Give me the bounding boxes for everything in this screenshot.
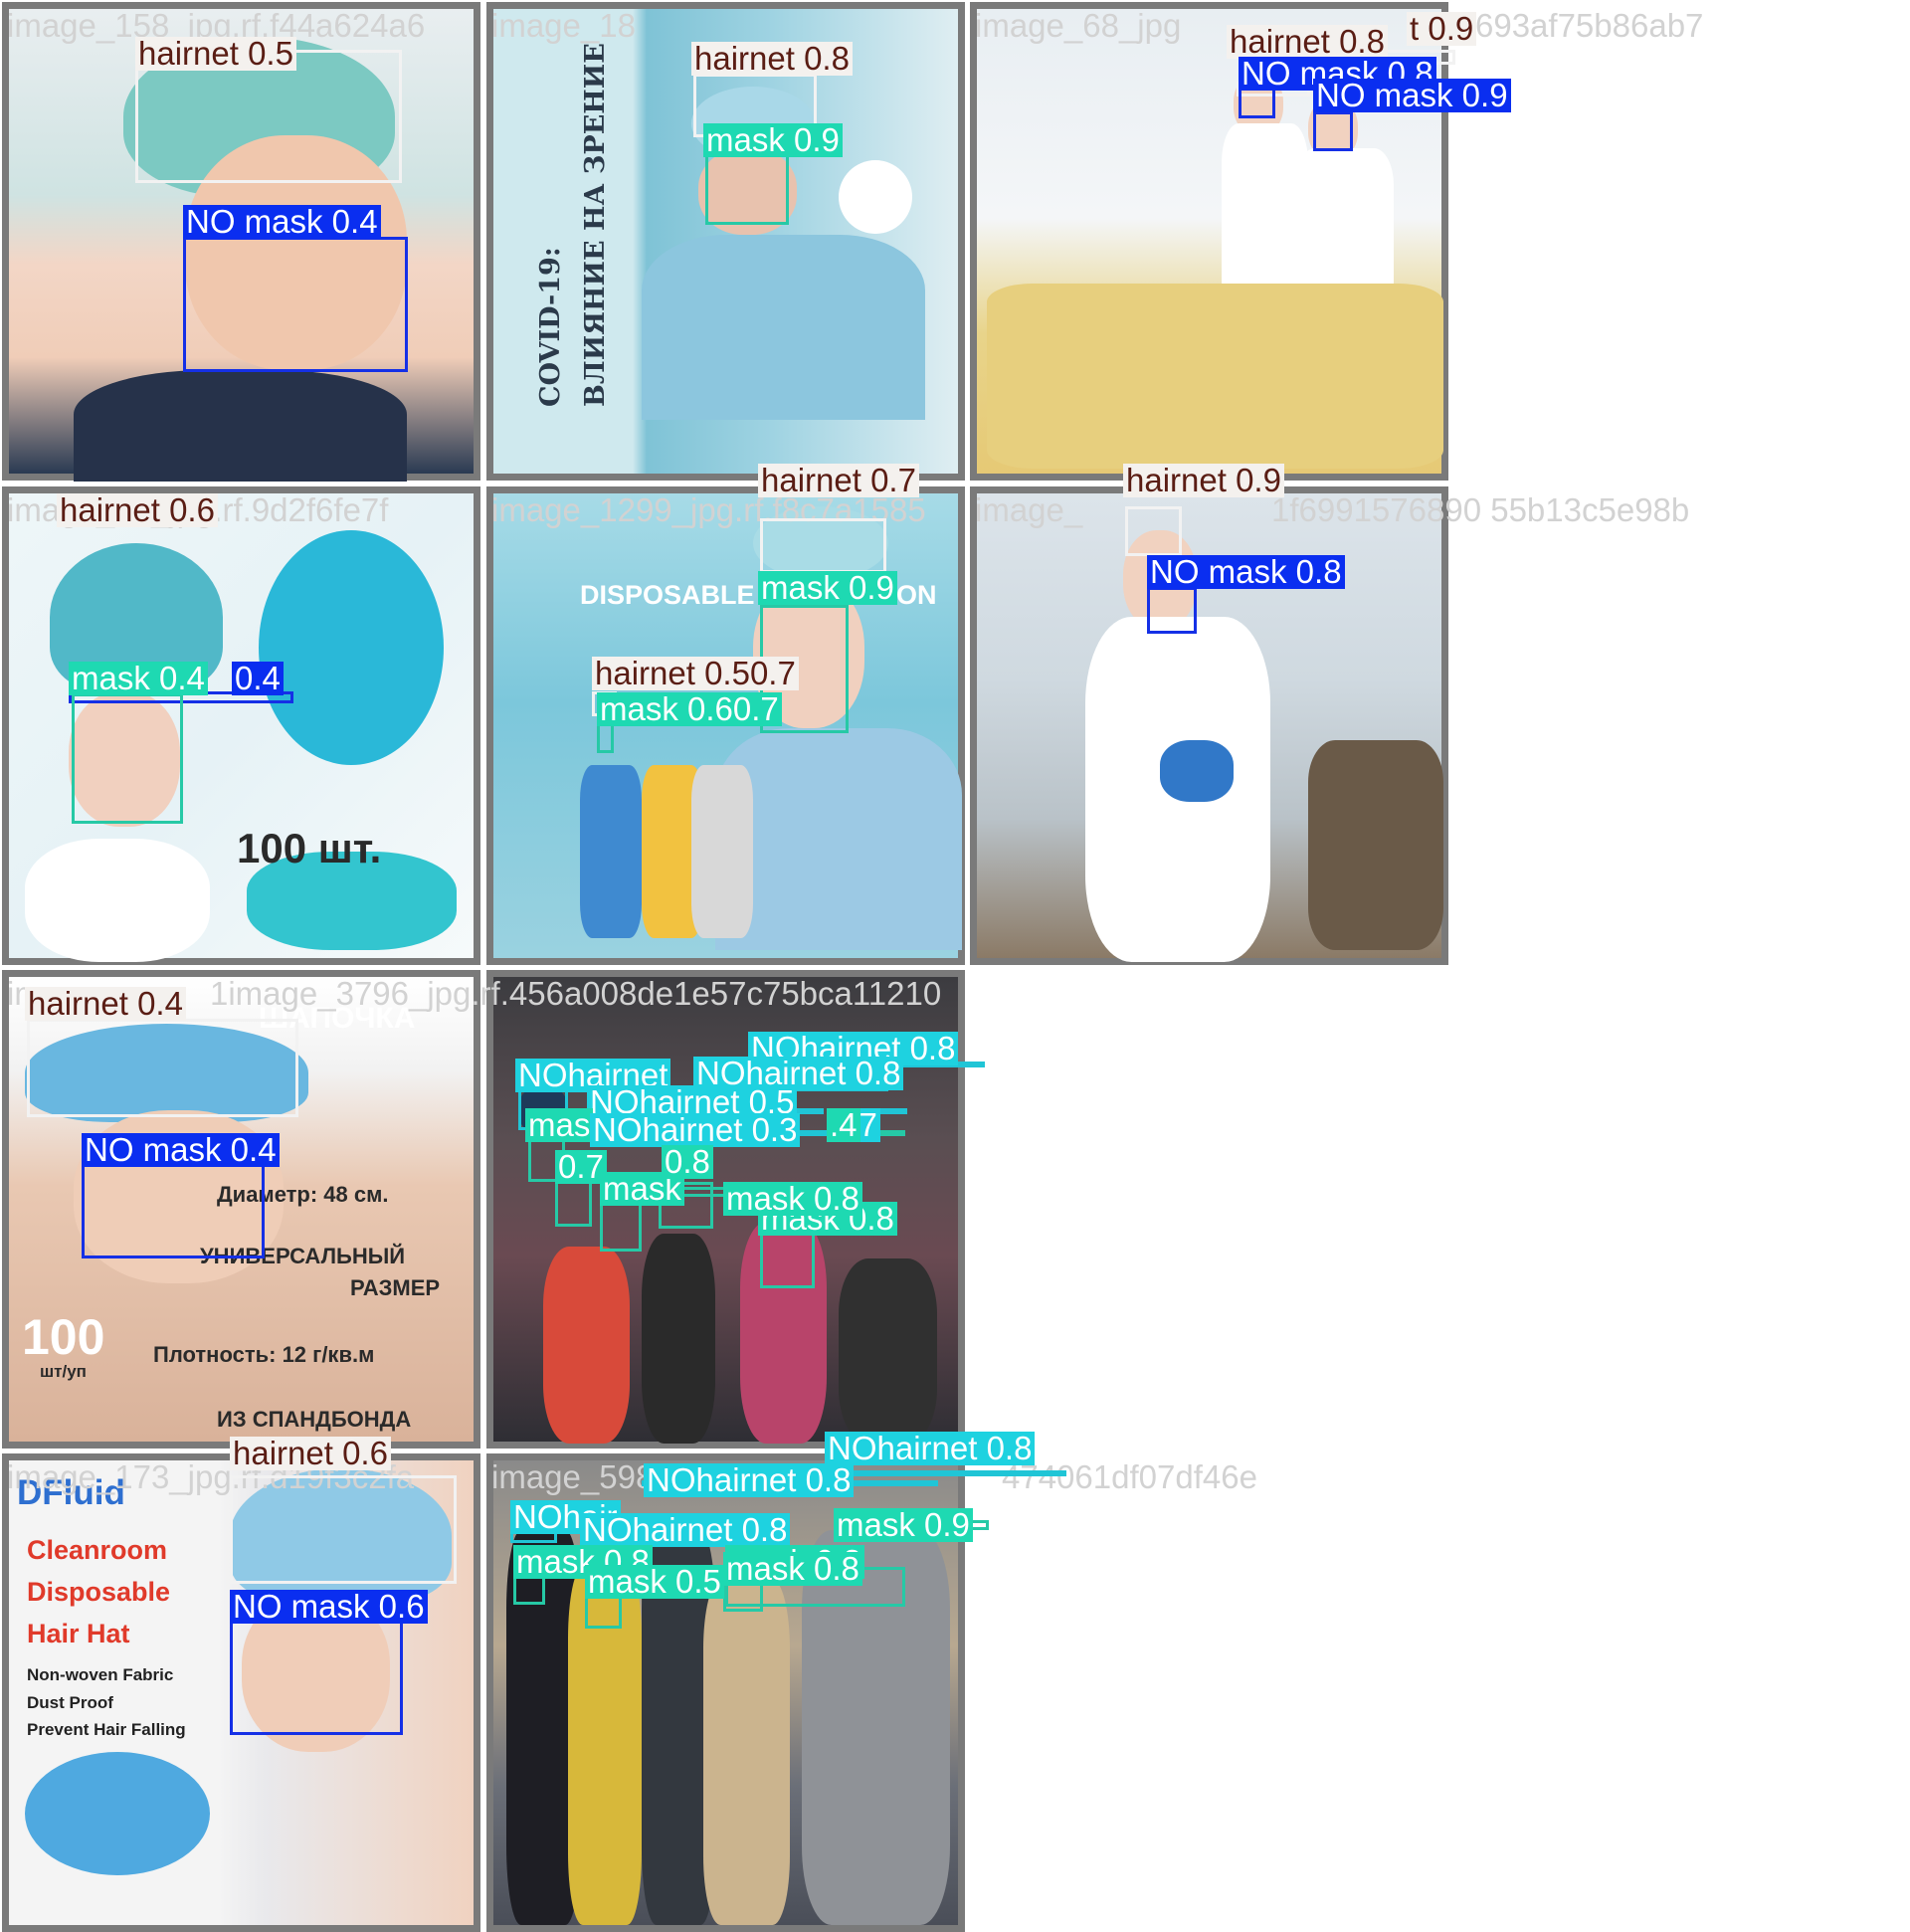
bbox-label-hairnet: hairnet 0.8	[1227, 25, 1388, 59]
tile-filename-tail: 1f6991576890 55b13c5e98b	[1271, 491, 1690, 528]
bbox-mask	[597, 723, 614, 753]
photo-shape	[839, 160, 912, 234]
bbox-label-mask: mas	[525, 1108, 594, 1142]
bbox-label-mask: mask 0.9	[834, 1508, 973, 1542]
bbox-label-nomask: 0.4	[232, 662, 284, 695]
bbox-nomask	[1147, 587, 1197, 634]
bbox-mask	[760, 1229, 815, 1288]
bbox-label-hairnet: hairnet 0.6	[230, 1437, 391, 1470]
photo-shape	[642, 235, 925, 420]
bbox-label-mask: mask 0.9	[703, 123, 843, 157]
photo-shape	[691, 765, 753, 938]
bbox-label-hairnet: hairnet 0.8	[691, 42, 853, 76]
photo-printed-text: Cleanroom	[27, 1535, 168, 1565]
bbox-hairnet	[760, 518, 886, 573]
bbox-label-nomask: NO mask 0.4	[183, 205, 381, 239]
photo-shape	[642, 1234, 715, 1444]
photo-shape	[987, 284, 1443, 469]
bbox-nomask	[183, 237, 408, 372]
bbox-label-nohairnet: NOhairnet 0.8	[580, 1513, 791, 1547]
bbox-label-nomask: NO mask 0.4	[82, 1133, 280, 1167]
bbox-nomask	[1313, 111, 1353, 151]
bbox-label-hairnet: hairnet 0.5	[135, 37, 296, 71]
bbox-nohairnet	[825, 1470, 1066, 1476]
bbox-nomask	[230, 1619, 403, 1735]
bbox-label-hairnet: hairnet 0.9	[1123, 464, 1284, 497]
photo-printed-text: 100 шт.	[237, 825, 382, 871]
photo-printed-text: Плотность: 12 г/кв.м	[153, 1342, 375, 1367]
photo-printed-text: COVID-19:	[535, 247, 566, 407]
photo-shape	[839, 1258, 937, 1444]
photo-printed-text: Disposable	[27, 1577, 171, 1607]
photo-printed-text: ВЛИЯНИЕ НА ЗРЕНИЕ	[580, 43, 611, 407]
photo-shape	[74, 370, 407, 482]
bbox-label-hairnet: hairnet 0.4	[25, 987, 186, 1021]
bbox-label-hairnet: hairnet 0.6	[57, 493, 218, 527]
photo-printed-text: Non-woven Fabric	[27, 1665, 174, 1684]
bbox-label-mask: mask 0.8	[723, 1182, 862, 1216]
bbox-label-nohairnet: NOhairnet 0.8	[644, 1463, 855, 1497]
photo-shape	[259, 530, 444, 765]
tile-filename-tail: 693af75b86ab7	[1475, 7, 1704, 44]
photo-printed-text: Hair Hat	[27, 1619, 130, 1648]
photo-printed-text: шт/уп	[40, 1362, 87, 1381]
bbox-mask	[705, 153, 789, 225]
photo-shape	[703, 1580, 790, 1925]
bbox-mask	[72, 693, 183, 824]
photo-printed-text: 100	[22, 1309, 105, 1365]
bbox-label-mask: mask 0.5	[585, 1565, 724, 1599]
photo-printed-text: РАЗМЕР	[350, 1275, 441, 1300]
bbox-label-hairnet: t 0.9	[1407, 12, 1477, 46]
bbox-label-nohairnet: NOhairnet 0.8	[825, 1432, 1036, 1465]
tile-filename-tail: 1image_3796_jpg.rf.456a008de1e57c75bca11…	[210, 975, 942, 1012]
bbox-hairnet	[27, 1019, 298, 1117]
bbox-label-hairnet: hairnet 0.50.7	[592, 657, 799, 690]
tile-filename-tail: 474061df07df46e	[1002, 1458, 1257, 1495]
tile-filename: image_18	[491, 7, 636, 44]
photo-shape	[1308, 740, 1443, 950]
bbox-nomask	[82, 1157, 265, 1258]
bbox-label-nomask: NO mask 0.9	[1313, 79, 1511, 112]
photo-shape	[1160, 740, 1234, 802]
tile-filename: image_68_jpg	[975, 7, 1182, 44]
bbox-label-mask: mask 0.8	[723, 1552, 862, 1586]
bbox-hairnet	[1125, 506, 1182, 556]
photo-shape	[25, 839, 210, 962]
bbox-label-nohairnet: NOhairnet 0.3	[590, 1113, 801, 1147]
detection-mosaic: image_158_jpg.rf.f44a624a6 hairnet 0.5 NO …	[0, 0, 1910, 1932]
bbox-label-mask: mask 0.60.7	[597, 692, 782, 726]
bbox-hairnet	[230, 1475, 457, 1584]
bbox-label-mask: .4	[827, 1108, 860, 1142]
photo-printed-text: ИЗ СПАНДБОНДА	[217, 1407, 412, 1432]
bbox-label-nomask: NO mask 0.6	[230, 1590, 428, 1624]
photo-shape	[25, 1752, 210, 1875]
photo-shape	[543, 1247, 630, 1444]
bbox-label-mask: 0.8	[662, 1145, 713, 1179]
tile-filename: image_598	[491, 1458, 655, 1495]
bbox-label-mask: mask 0.9	[758, 571, 897, 605]
tile-filename: image_	[975, 491, 1083, 528]
bbox-label-mask: mask 0.4	[69, 662, 208, 695]
photo-printed-text: Prevent Hair Falling	[27, 1720, 186, 1739]
bbox-label-hairnet: hairnet 0.7	[758, 464, 919, 497]
bbox-label-nomask: NO mask 0.8	[1147, 555, 1345, 589]
photo-shape	[580, 765, 642, 938]
photo-printed-text: Dust Proof	[27, 1693, 113, 1712]
